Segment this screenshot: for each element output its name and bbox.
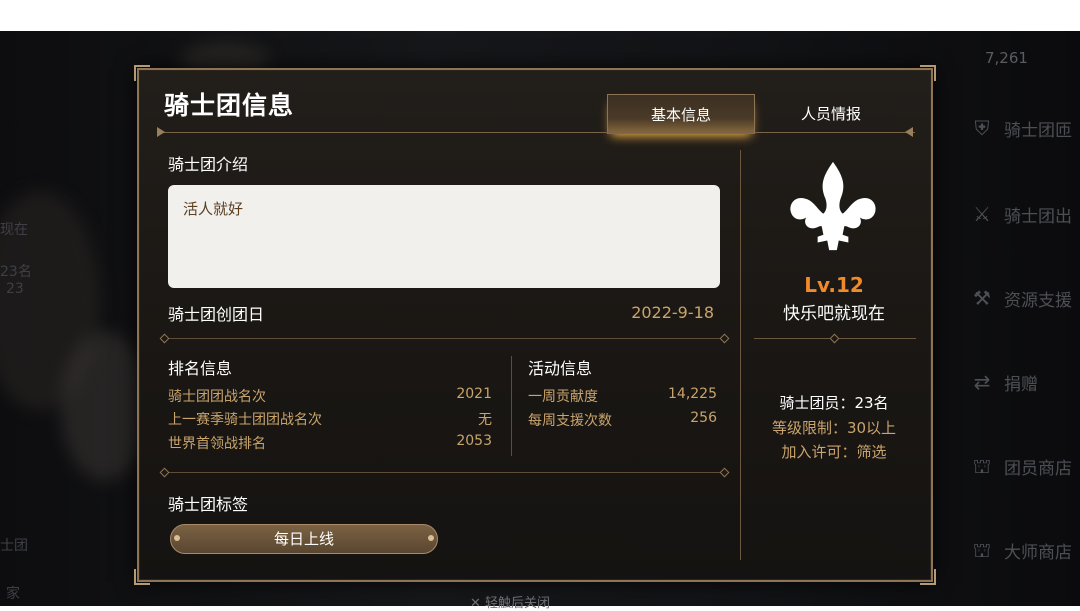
- guild-tag: 每日上线: [170, 524, 438, 554]
- divider-dot: [719, 333, 730, 344]
- tag-knob: [428, 535, 434, 541]
- side-menu-item[interactable]: ⚔ 骑士团出: [970, 199, 1072, 229]
- guild-level: Lv.12: [804, 273, 864, 297]
- frame-corner: [134, 569, 150, 585]
- close-hint[interactable]: ✕ 轻触后关闭: [470, 592, 550, 611]
- swords-icon: ⚔: [973, 202, 991, 226]
- currency-display: 7,261: [985, 49, 1028, 67]
- close-hint-text: 轻触后关闭: [485, 596, 551, 611]
- divider-arrow-left: [157, 127, 165, 137]
- bg-left-text: 士团: [0, 538, 28, 554]
- intro-label: 骑士团介绍: [168, 155, 249, 174]
- side-menu-item[interactable]: ⇄ 捐赠: [970, 367, 1038, 397]
- guild-name: 快乐吧就现在: [783, 304, 885, 324]
- side-menu-item[interactable]: ⚒ 资源支援: [970, 283, 1072, 313]
- tab-basic-info[interactable]: 基本信息: [607, 94, 755, 134]
- side-menu-label: 骑士团出: [1004, 206, 1072, 227]
- ranking-row-label: 骑士团团战名次: [168, 389, 266, 405]
- bg-left-text: 23: [6, 281, 24, 297]
- bg-left-text: 23名: [0, 264, 32, 280]
- side-menu-item[interactable]: ⛫ 大师商店: [970, 535, 1072, 565]
- ranking-row-label: 上一赛季骑士团团战名次: [168, 412, 322, 428]
- header-divider: [159, 132, 915, 133]
- side-menu-label: 捐赠: [1004, 374, 1038, 395]
- frame-corner: [134, 65, 150, 81]
- activity-row-label: 一周贡献度: [528, 389, 598, 405]
- side-menu-label: 资源支援: [1004, 290, 1072, 311]
- level-limit: 等级限制：30以上: [771, 419, 897, 437]
- intro-text: 活人就好: [183, 200, 244, 218]
- ranking-row-label: 世界首领战排名: [168, 436, 266, 452]
- shop-icon: ⛫: [972, 454, 992, 478]
- bg-left-text: 现在: [0, 222, 28, 238]
- divider-dot: [159, 333, 170, 344]
- frame-corner: [920, 569, 936, 585]
- side-menu-label: 团员商店: [1004, 458, 1072, 479]
- activity-row-label: 每周支援次数: [528, 413, 612, 429]
- dialog-title: 骑士团信息: [164, 91, 295, 120]
- ranking-row-value: 2053: [456, 433, 492, 449]
- bg-left-text: 家: [6, 586, 20, 602]
- frame-corner: [920, 65, 936, 81]
- shuffle-icon: ⇄: [973, 370, 991, 394]
- top-white-bar: [0, 0, 1080, 31]
- right-column-divider: [740, 150, 741, 560]
- ranking-row-value: 无: [478, 412, 492, 428]
- guild-info-dialog: 骑士团信息 基本信息 人员情报 骑士团介绍 活人就好 骑士团创团日 2022-9…: [134, 65, 936, 585]
- activity-row-value: 14,225: [668, 386, 717, 402]
- side-menu-item[interactable]: ⛫ 团员商店: [970, 451, 1072, 481]
- divider-arrow-right: [905, 127, 913, 137]
- side-menu-item[interactable]: ⛨ 骑士团匝: [970, 113, 1073, 143]
- tag-knob: [174, 535, 180, 541]
- section-divider: [164, 472, 724, 473]
- section-divider: [164, 338, 724, 339]
- ranking-row-value: 2021: [456, 386, 492, 402]
- member-count: 骑士团员：23名: [779, 394, 889, 412]
- shield-icon: ⛨: [974, 116, 990, 140]
- close-icon: ✕: [470, 596, 481, 611]
- column-divider: [511, 356, 512, 456]
- activity-label: 活动信息: [528, 359, 593, 378]
- divider-dot: [829, 333, 840, 344]
- tags-label: 骑士团标签: [168, 495, 249, 514]
- tools-icon: ⚒: [973, 286, 991, 310]
- side-menu-label: 骑士团匝: [1004, 120, 1072, 141]
- join-permission: 加入许可：筛选: [781, 443, 887, 461]
- founded-date: 2022-9-18: [631, 303, 714, 322]
- ranking-label: 排名信息: [168, 359, 233, 378]
- side-menu-label: 大师商店: [1004, 542, 1072, 563]
- fleur-de-lis-icon: [790, 161, 876, 251]
- intro-textbox: 活人就好: [168, 185, 720, 288]
- founded-label: 骑士团创团日: [168, 305, 265, 324]
- divider-dot: [159, 467, 170, 478]
- divider-dot: [719, 467, 730, 478]
- tab-member-info[interactable]: 人员情报: [757, 94, 905, 134]
- activity-row-value: 256: [690, 410, 717, 426]
- master-shop-icon: ⛫: [972, 538, 992, 562]
